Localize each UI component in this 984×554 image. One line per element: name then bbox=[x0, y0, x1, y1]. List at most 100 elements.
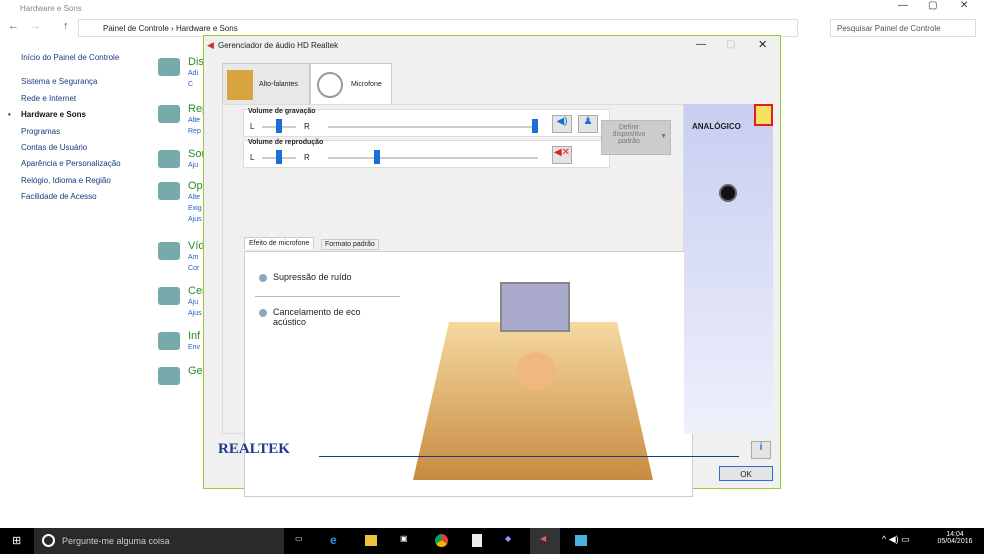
category-title[interactable]: Inf bbox=[188, 330, 200, 342]
search-input[interactable]: Pesquisar Painel de Controle bbox=[830, 19, 976, 37]
echo-cancellation-option[interactable]: Cancelamento de eco acústico bbox=[273, 307, 383, 327]
cortana-search[interactable]: Pergunte-me alguma coisa bbox=[34, 528, 284, 554]
category-title[interactable]: Ge bbox=[188, 365, 203, 377]
analog-label: ANALÓGICO bbox=[692, 122, 741, 131]
dialog-minimize[interactable]: — bbox=[696, 39, 706, 50]
sidebar-item[interactable]: Hardware e Sons bbox=[21, 110, 86, 119]
chrome-icon[interactable] bbox=[435, 534, 448, 547]
category-link[interactable]: Ajus bbox=[188, 310, 202, 317]
sidebar-item[interactable]: Sistema e Segurança bbox=[21, 77, 98, 86]
category-link[interactable]: Alte bbox=[188, 194, 200, 201]
minimize-button[interactable]: — bbox=[898, 0, 908, 11]
category-link[interactable]: Aju bbox=[188, 162, 198, 169]
brand-text: REALTEK bbox=[218, 441, 290, 457]
dropdown-arrow-icon[interactable]: ▼ bbox=[660, 133, 667, 140]
sidebar-item[interactable]: Facilidade de Acesso bbox=[21, 192, 97, 201]
jack-icon[interactable] bbox=[719, 184, 737, 202]
category-icon[interactable] bbox=[158, 242, 180, 260]
recording-thumb[interactable] bbox=[532, 119, 538, 133]
category-icon[interactable] bbox=[158, 182, 180, 200]
sidebar-item[interactable]: Contas de Usuário bbox=[21, 143, 87, 152]
category-link[interactable]: Adi bbox=[188, 70, 198, 77]
category-link[interactable]: Exig bbox=[188, 205, 202, 212]
radio-icon[interactable] bbox=[259, 309, 267, 317]
app-icon[interactable] bbox=[575, 535, 587, 546]
tab-microfone[interactable]: Microfone bbox=[310, 63, 392, 106]
recording-volume-group: Volume de gravação L R ◀) ♟ bbox=[243, 108, 610, 137]
noise-suppression-option[interactable]: Supressão de ruído bbox=[273, 272, 352, 282]
file-explorer-icon[interactable] bbox=[365, 535, 377, 546]
sidebar-item[interactable]: Início do Painel de Controle bbox=[21, 53, 119, 62]
breadcrumb-item[interactable]: Painel de Controle bbox=[103, 24, 169, 33]
category-icon[interactable] bbox=[158, 58, 180, 76]
sidebar-item[interactable]: Relógio, Idioma e Região bbox=[21, 176, 111, 185]
forward-button[interactable]: → bbox=[30, 20, 41, 32]
realtek-taskbar-icon[interactable]: ◀ bbox=[530, 528, 560, 554]
mute-icon[interactable]: ◀✕ bbox=[552, 146, 572, 164]
volume-icon[interactable]: ◀) bbox=[552, 115, 572, 133]
document-icon[interactable] bbox=[472, 534, 482, 547]
date: 05/04/2016 bbox=[937, 538, 973, 545]
store-icon[interactable]: ▣ bbox=[400, 534, 408, 543]
back-button[interactable]: ← bbox=[8, 20, 19, 32]
close-button[interactable]: ✕ bbox=[960, 0, 968, 11]
realtek-logo: REALTEK bbox=[218, 441, 290, 458]
category-icon[interactable] bbox=[158, 105, 180, 123]
edge-icon[interactable]: e bbox=[330, 533, 337, 547]
breadcrumb-item[interactable]: Hardware e Sons bbox=[176, 24, 238, 33]
category-link[interactable]: Cor bbox=[188, 265, 199, 272]
divider bbox=[319, 456, 739, 457]
clock[interactable]: 14:04 05/04/2016 bbox=[934, 531, 976, 545]
app-icon[interactable]: ◆ bbox=[505, 534, 511, 543]
category-link[interactable]: Am bbox=[188, 254, 199, 261]
dialog-maximize[interactable]: ▢ bbox=[726, 39, 735, 50]
balance-thumb[interactable] bbox=[276, 150, 282, 164]
category-link[interactable]: C bbox=[188, 81, 193, 88]
playback-slider[interactable] bbox=[328, 157, 538, 159]
tab-label: Microfone bbox=[351, 81, 382, 88]
category-icon[interactable] bbox=[158, 332, 180, 350]
divider bbox=[255, 296, 400, 297]
default-device-button[interactable]: Definir dispositivo padrão ▼ bbox=[601, 120, 671, 155]
folder-settings-icon[interactable] bbox=[754, 104, 773, 126]
radio-icon[interactable] bbox=[259, 274, 267, 282]
task-view-icon[interactable]: ▭ bbox=[295, 534, 303, 543]
category-link[interactable]: Aju bbox=[188, 299, 198, 306]
windows-start-icon[interactable]: ⊞ bbox=[12, 534, 21, 547]
sidebar-item[interactable]: Rede e Internet bbox=[21, 94, 76, 103]
maximize-button[interactable]: ▢ bbox=[928, 0, 937, 11]
active-bullet: • bbox=[8, 110, 11, 119]
category-title[interactable]: Dis bbox=[188, 56, 204, 68]
laptop-illustration bbox=[500, 282, 570, 332]
up-button[interactable]: ↑ bbox=[63, 20, 69, 32]
dialog-close[interactable]: ✕ bbox=[758, 38, 767, 51]
category-icon[interactable] bbox=[158, 367, 180, 385]
category-link[interactable]: Alte bbox=[188, 117, 200, 124]
playback-volume-group: Volume de reprodução L R ◀✕ bbox=[243, 139, 610, 168]
l-label: L bbox=[250, 122, 255, 131]
sidebar-item[interactable]: Programas bbox=[21, 127, 60, 136]
info-button[interactable]: i bbox=[751, 441, 771, 459]
category-icon[interactable] bbox=[158, 287, 180, 305]
category-icon[interactable] bbox=[158, 150, 180, 168]
ok-button[interactable]: OK bbox=[719, 466, 773, 481]
default-device-label: Definir dispositivo padrão bbox=[612, 124, 646, 145]
category-link[interactable]: Ajus bbox=[188, 216, 202, 223]
r-label: R bbox=[304, 153, 310, 162]
effects-panel: Supressão de ruído Cancelamento de eco a… bbox=[244, 251, 693, 497]
playback-thumb[interactable] bbox=[374, 150, 380, 164]
recording-slider[interactable] bbox=[328, 126, 538, 128]
category-title[interactable]: Op bbox=[188, 180, 203, 192]
tray-icons[interactable]: ^ ◀) ▭ bbox=[882, 534, 910, 545]
category-link[interactable]: Env bbox=[188, 344, 200, 351]
tab-alto-falantes[interactable]: Alto-falantes bbox=[222, 63, 310, 105]
balance-thumb[interactable] bbox=[276, 119, 282, 133]
mic-array-icon[interactable]: ♟ bbox=[578, 115, 598, 133]
category-link[interactable]: Rep bbox=[188, 128, 201, 135]
playback-label: Volume de reprodução bbox=[248, 139, 324, 146]
tab-formato-padrao[interactable]: Formato padrão bbox=[321, 239, 379, 250]
dialog-title: Gerenciador de áudio HD Realtek bbox=[218, 41, 339, 50]
window-title: Hardware e Sons bbox=[20, 4, 82, 13]
tab-efeito-microfone[interactable]: Efeito de microfone bbox=[244, 237, 315, 249]
sidebar-item[interactable]: Aparência e Personalização bbox=[21, 159, 121, 168]
